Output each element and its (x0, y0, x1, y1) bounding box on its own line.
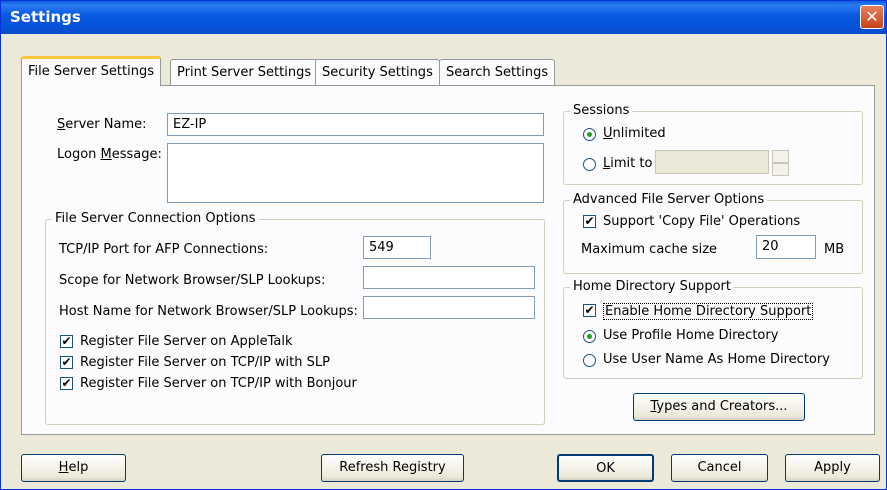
server-name-label: Server Name: (57, 117, 147, 132)
profile-home-dir-label[interactable]: Use Profile Home Directory (603, 328, 778, 343)
cache-size-label: Maximum cache size (581, 242, 718, 257)
spin-up-icon[interactable] (772, 150, 789, 163)
limit-to-radio[interactable] (583, 158, 596, 171)
username-home-dir-radio[interactable] (583, 354, 596, 367)
unlimited-radio-label[interactable]: Unlimited (603, 126, 666, 141)
sessions-title: Sessions (570, 103, 633, 118)
slp-checkbox[interactable]: ✔ (60, 356, 73, 369)
apply-button[interactable]: Apply (785, 454, 880, 482)
tab-security-settings[interactable]: Security Settings (315, 59, 440, 85)
bonjour-checkbox-label[interactable]: Register File Server on TCP/IP with Bonj… (80, 376, 357, 391)
appletalk-checkbox[interactable]: ✔ (60, 335, 73, 348)
help-button[interactable]: Help (21, 454, 126, 482)
profile-home-dir-radio[interactable] (583, 330, 596, 343)
close-icon[interactable]: ✕ (860, 5, 884, 29)
spin-down-icon[interactable] (772, 163, 789, 176)
refresh-registry-button[interactable]: Refresh Registry (321, 454, 464, 482)
ok-button[interactable]: OK (557, 454, 654, 482)
tcp-port-label: TCP/IP Port for AFP Connections: (59, 242, 269, 257)
advanced-options-title: Advanced File Server Options (570, 192, 768, 207)
bonjour-checkbox[interactable]: ✔ (60, 377, 73, 390)
settings-window: Settings ✕ File Server Settings Print Se… (0, 0, 887, 490)
tab-panel-file-server: Server Name: EZ-IP Logon Message: File S… (21, 85, 875, 435)
copy-file-checkbox-label[interactable]: Support 'Copy File' Operations (603, 214, 800, 229)
host-name-input[interactable] (363, 296, 535, 319)
cache-size-unit: MB (824, 242, 845, 257)
connection-options-title: File Server Connection Options (52, 211, 259, 226)
tcp-port-input[interactable]: 549 (363, 236, 431, 259)
username-home-dir-label[interactable]: Use User Name As Home Directory (603, 352, 830, 367)
scope-input[interactable] (363, 266, 535, 289)
copy-file-checkbox[interactable]: ✔ (583, 215, 596, 228)
enable-home-dir-checkbox[interactable]: ✔ (583, 304, 596, 317)
slp-checkbox-label[interactable]: Register File Server on TCP/IP with SLP (80, 355, 330, 370)
server-name-input[interactable]: EZ-IP (167, 113, 544, 136)
host-name-label: Host Name for Network Browser/SLP Lookup… (59, 304, 358, 319)
cancel-button[interactable]: Cancel (671, 454, 768, 482)
home-directory-title: Home Directory Support (570, 279, 734, 294)
unlimited-radio[interactable] (583, 128, 596, 141)
window-title: Settings (10, 8, 81, 26)
advanced-options-group: Advanced File Server Options (563, 192, 863, 274)
tab-search-settings[interactable]: Search Settings (439, 59, 556, 85)
session-limit-input[interactable] (655, 150, 769, 174)
cache-size-input[interactable]: 20 (756, 235, 816, 259)
limit-to-radio-label[interactable]: Limit to (603, 156, 652, 171)
tab-file-server-settings[interactable]: File Server Settings (21, 56, 161, 86)
tab-print-server-settings[interactable]: Print Server Settings (170, 59, 319, 85)
appletalk-checkbox-label[interactable]: Register File Server on AppleTalk (80, 334, 293, 349)
scope-label: Scope for Network Browser/SLP Lookups: (59, 273, 326, 288)
logon-message-label: Logon Message: (57, 147, 162, 162)
enable-home-dir-label[interactable]: Enable Home Directory Support (603, 303, 814, 320)
logon-message-textarea[interactable] (167, 143, 544, 203)
title-bar[interactable]: Settings ✕ (1, 1, 886, 34)
types-and-creators-button[interactable]: Types and Creators... (633, 393, 805, 421)
